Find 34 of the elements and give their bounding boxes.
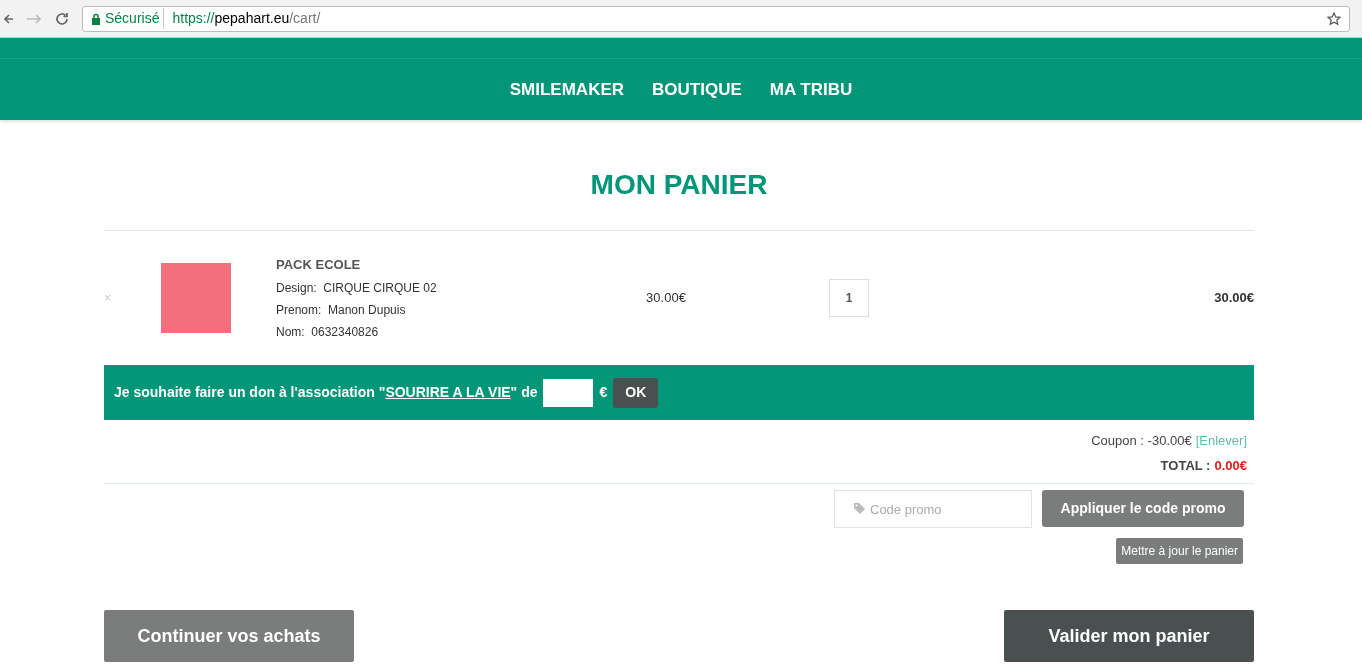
currency-symbol: €: [599, 383, 608, 402]
unit-price: 30.00€: [645, 289, 687, 308]
url-text: https://pepahart.eu/cart/: [171, 9, 321, 28]
secure-label: Sécurisé: [105, 8, 165, 29]
coupon-line: Coupon : -30.00€: [1091, 432, 1192, 450]
product-photo-placeholder: [161, 263, 231, 333]
address-bar[interactable]: Sécurisé https://pepahart.eu/cart/: [82, 5, 1350, 32]
donation-text: Je souhaite faire un don à l'association "SOURIRE A LA VIE" de: [114, 383, 538, 402]
total-label: TOTAL :: [1160, 456, 1211, 475]
quantity-field[interactable]: 1: [829, 279, 869, 317]
donation-amount-field[interactable]: [543, 378, 594, 407]
donation-ok-button[interactable]: OK: [613, 377, 659, 408]
page-title: MON PANIER: [589, 168, 769, 202]
apply-promo-button[interactable]: Appliquer le code promo: [1042, 490, 1244, 527]
total-value: 0.00€: [1214, 456, 1247, 475]
association-link[interactable]: SOURIRE A LA VIE: [385, 384, 511, 400]
bookmark-star-icon[interactable]: [1327, 11, 1341, 26]
continue-shopping-button[interactable]: Continuer vos achats: [104, 610, 354, 662]
tag-icon: [853, 502, 866, 515]
remove-coupon-link[interactable]: [Enlever]: [1195, 431, 1247, 451]
checkout-button[interactable]: Valider mon panier: [1004, 610, 1254, 662]
back-icon[interactable]: [4, 11, 14, 26]
update-cart-button[interactable]: Mettre à jour le panier: [1116, 538, 1243, 564]
nav-link[interactable]: SMILEMAKER: [509, 76, 625, 103]
line-subtotal: 30.00€: [1213, 289, 1254, 308]
lock-icon: [91, 12, 101, 25]
product-attribute: Design: CIRQUE CIRQUE 02: [276, 280, 438, 298]
promo-code-field[interactable]: Code promo: [834, 490, 1032, 528]
product-attribute: Nom: 0632340826: [276, 324, 380, 342]
product-attribute: Prenom: Manon Dupuis: [276, 302, 407, 320]
nav-link[interactable]: MA TRIBU: [769, 76, 853, 103]
reload-icon[interactable]: [54, 10, 70, 27]
nav-link[interactable]: BOUTIQUE: [652, 76, 742, 103]
product-name[interactable]: PACK ECOLE: [276, 254, 526, 275]
